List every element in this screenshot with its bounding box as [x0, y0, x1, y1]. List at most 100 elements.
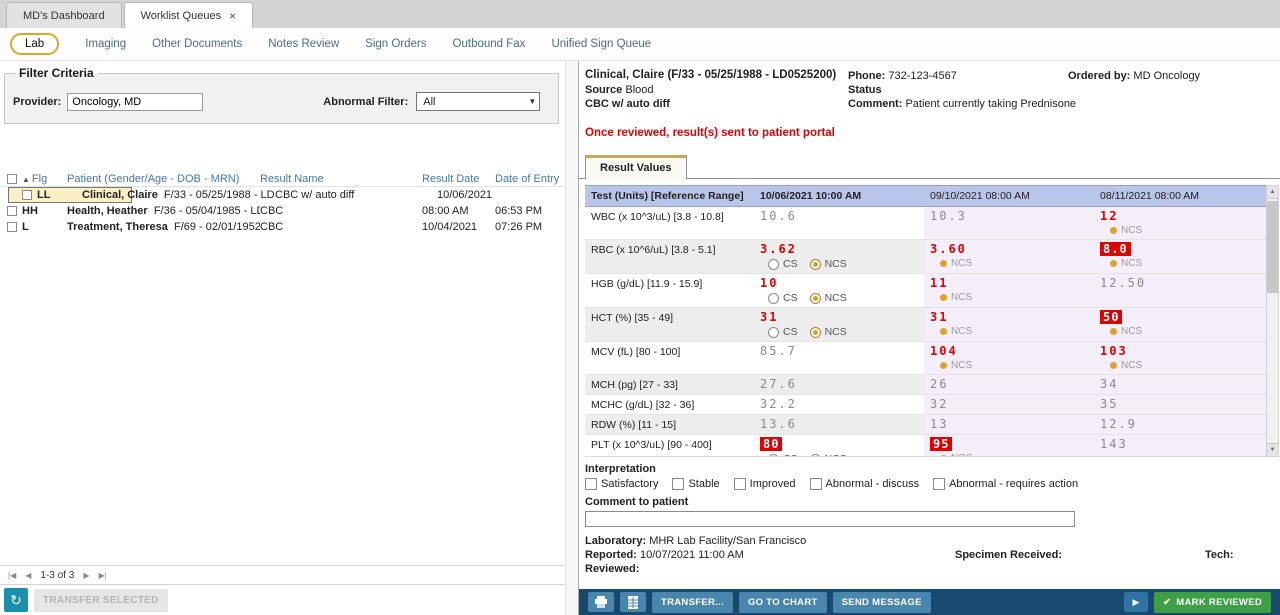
ncs-indicator: NCS — [1110, 360, 1260, 371]
result-value: 12.9 — [1100, 417, 1137, 431]
column-flg[interactable]: ▲Flg — [22, 173, 67, 185]
patient-portal-notice: Once reviewed, result(s) sent to patient… — [585, 127, 1280, 139]
ncs-dot-icon — [1110, 227, 1117, 234]
patient-cell: Health, Heather F/36 - 05/04/1985 - LD..… — [67, 205, 260, 217]
result-row: WBC (x 10^3/uL) [3.8 - 10.8]10.610.312NC… — [585, 207, 1266, 240]
interpretation-option-improved[interactable]: Improved — [734, 478, 796, 490]
result-value-cell: 50NCS — [1094, 308, 1266, 341]
scrollbar-thumb[interactable] — [1267, 201, 1278, 293]
mark-reviewed-button[interactable]: ✔ MARK REVIEWED — [1154, 592, 1271, 613]
abnormal-filter-select[interactable]: All ▼ — [416, 92, 540, 111]
result-value: 3.62 — [760, 242, 797, 256]
interpretation-option-abnormal-requires-action[interactable]: Abnormal - requires action — [933, 478, 1078, 490]
cs-radio[interactable] — [768, 293, 779, 304]
ncs-radio[interactable] — [810, 293, 821, 304]
prev-page-icon[interactable]: ◀ — [25, 571, 31, 580]
last-page-icon[interactable]: ▶| — [98, 571, 106, 580]
result-value: 95 — [930, 437, 952, 451]
provider-label: Provider: — [13, 96, 61, 108]
column-patient[interactable]: Patient (Gender/Age - DOB - MRN) — [67, 173, 260, 185]
column-date-of-entry[interactable]: Date of Entry — [495, 173, 565, 185]
worklist-scrollbar[interactable] — [565, 61, 578, 615]
result-value-cell: 3.62CSNCS — [754, 240, 924, 273]
ncs-radio[interactable] — [810, 454, 821, 458]
result-name-cell: CBC w/ auto diff — [275, 189, 437, 201]
flag-cell: L — [22, 221, 67, 233]
first-page-icon[interactable]: |◀ — [8, 571, 16, 580]
cs-radio[interactable] — [768, 259, 779, 270]
worklist-row[interactable]: LLClinical, Claire F/33 - 05/25/1988 - L… — [8, 187, 132, 203]
nav-item-imaging[interactable]: Imaging — [85, 38, 126, 50]
ncs-indicator: NCS — [940, 292, 1088, 303]
worklist-row[interactable]: LTreatment, Theresa F/69 - 02/01/1952 - … — [0, 219, 565, 235]
row-checkbox[interactable] — [7, 206, 17, 216]
row-checkbox[interactable] — [22, 190, 32, 200]
worklist-body: LLClinical, Claire F/33 - 05/25/1988 - L… — [0, 187, 565, 235]
tab-result-values[interactable]: Result Values — [585, 155, 687, 180]
result-value: 143 — [1100, 437, 1128, 451]
ncs-radio[interactable] — [810, 327, 821, 338]
column-result-name[interactable]: Result Name — [260, 173, 422, 185]
checkbox[interactable] — [933, 478, 945, 490]
result-value: 32 — [930, 397, 948, 411]
nav-item-outbound-fax[interactable]: Outbound Fax — [453, 38, 526, 50]
next-page-icon[interactable]: ▶ — [83, 571, 89, 580]
tech-label: Tech: — [1205, 549, 1234, 561]
comment-to-patient-input[interactable] — [585, 511, 1075, 527]
results-body: WBC (x 10^3/uL) [3.8 - 10.8]10.610.312NC… — [585, 207, 1266, 457]
significance-radios: CSNCS — [768, 326, 918, 338]
checkbox[interactable] — [734, 478, 746, 490]
transfer-button[interactable]: TRANSFER... — [652, 592, 733, 613]
row-checkbox[interactable] — [7, 222, 17, 232]
cs-radio[interactable] — [768, 327, 779, 338]
test-name: WBC (x 10^3/uL) [3.8 - 10.8] — [585, 207, 754, 239]
significance-radios: CSNCS — [768, 292, 918, 304]
result-value: 31 — [760, 310, 778, 324]
column-result-date[interactable]: Result Date — [422, 173, 495, 185]
result-value: 26 — [930, 377, 948, 391]
result-value: 35 — [1100, 397, 1118, 411]
laboratory-line: Laboratory: MHR Lab Facility/San Francis… — [585, 535, 1280, 547]
test-name: MCHC (g/dL) [32 - 36] — [585, 395, 754, 414]
nav-item-lab[interactable]: Lab — [10, 33, 59, 55]
lab-info: Laboratory: MHR Lab Facility/San Francis… — [585, 535, 1280, 575]
go-to-chart-button[interactable]: GO TO CHART — [739, 592, 827, 613]
result-row: RDW (%) [11 - 15]13.61312.9 — [585, 415, 1266, 435]
next-result-button[interactable]: ▶ — [1124, 592, 1148, 612]
checkbox[interactable] — [585, 478, 597, 490]
result-row: MCV (fL) [80 - 100]85.7104NCS103NCS — [585, 342, 1266, 375]
worklist-row[interactable]: HHHealth, Heather F/36 - 05/04/1985 - LD… — [0, 203, 565, 219]
result-row: MCHC (g/dL) [32 - 36]32.23235 — [585, 395, 1266, 415]
scroll-down-icon[interactable]: ▼ — [1267, 443, 1278, 456]
checkbox[interactable] — [810, 478, 822, 490]
send-message-button[interactable]: SEND MESSAGE — [833, 592, 931, 613]
nav-item-sign-orders[interactable]: Sign Orders — [365, 38, 426, 50]
print-button[interactable] — [588, 592, 614, 612]
interpretation-option-abnormal-discuss[interactable]: Abnormal - discuss — [810, 478, 920, 490]
export-grid-icon — [627, 596, 639, 609]
provider-input[interactable] — [67, 93, 203, 111]
close-icon[interactable]: × — [229, 9, 236, 23]
nav-item-unified-sign-queue[interactable]: Unified Sign Queue — [551, 38, 651, 50]
ncs-radio[interactable] — [810, 259, 821, 270]
interpretation-option-stable[interactable]: Stable — [672, 478, 719, 490]
transfer-selected-button[interactable]: TRANSFER SELECTED — [34, 589, 168, 612]
tab-mds-dashboard[interactable]: MD's Dashboard — [6, 2, 122, 28]
module-nav: Lab Imaging Other Documents Notes Review Sig… — [0, 28, 1280, 61]
patient-cell: Clinical, Claire F/33 - 05/25/1988 - LD0… — [82, 189, 275, 201]
result-row: HCT (%) [35 - 49]31CSNCS31NCS50NCS — [585, 308, 1266, 342]
cs-radio[interactable] — [768, 454, 779, 458]
result-value-cell: 13 — [924, 415, 1094, 434]
scroll-up-icon[interactable]: ▲ — [1267, 186, 1278, 199]
tab-worklist-queues[interactable]: Worklist Queues × — [124, 2, 254, 28]
export-button[interactable] — [620, 592, 646, 612]
refresh-button[interactable]: ↻ — [4, 588, 28, 612]
checkbox[interactable] — [672, 478, 684, 490]
results-scrollbar[interactable]: ▲ ▼ — [1266, 185, 1279, 457]
nav-item-other-documents[interactable]: Other Documents — [152, 38, 242, 50]
select-all-checkbox[interactable] — [7, 174, 17, 184]
result-value-cell: 85.7 — [754, 342, 924, 374]
interpretation-option-satisfactory[interactable]: Satisfactory — [585, 478, 658, 490]
nav-item-notes-review[interactable]: Notes Review — [268, 38, 339, 50]
status-label: Status — [848, 84, 882, 96]
